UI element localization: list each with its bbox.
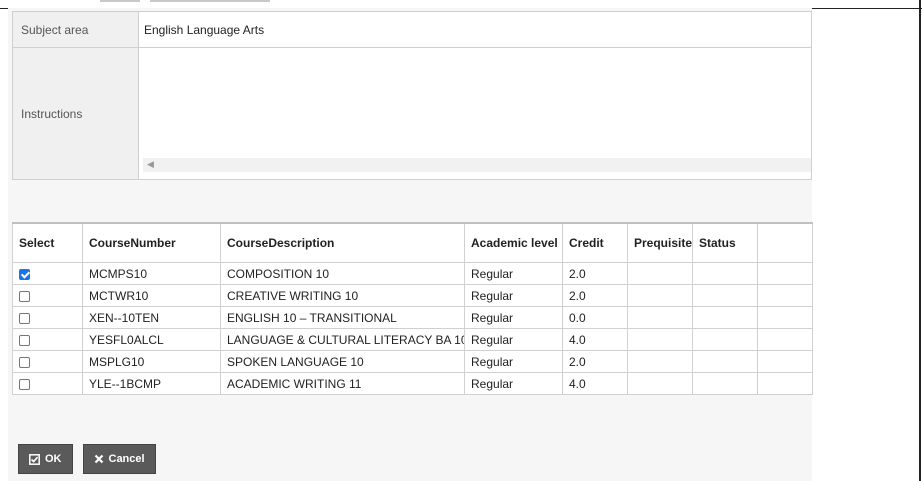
instructions-label: Instructions [12, 48, 138, 180]
instructions-field[interactable]: ◀ [138, 48, 812, 180]
academic-level-cell: Regular [464, 284, 563, 307]
course-description-cell: COMPOSITION 10 [220, 262, 465, 285]
check-square-icon [29, 453, 40, 465]
column-header-academic-level[interactable]: Academic level [464, 222, 563, 263]
instructions-row: Instructions ◀ [12, 48, 812, 180]
course-description-cell: ACADEMIC WRITING 11 [220, 372, 465, 395]
ok-button[interactable]: OK [18, 444, 73, 474]
column-header-course-description[interactable]: CourseDescription [220, 222, 465, 263]
select-cell [12, 350, 83, 373]
status-cell [692, 262, 758, 285]
row-select-checkbox[interactable] [19, 356, 30, 368]
chevron-left-icon[interactable]: ◀ [147, 159, 154, 170]
prerequisite-cell [627, 306, 693, 329]
prerequisite-cell [627, 328, 693, 351]
course-form: Subject area English Language Arts Instr… [12, 11, 812, 180]
select-cell [12, 262, 83, 285]
table-row[interactable]: MSPLG10 SPOKEN LANGUAGE 10 Regular 2.0 [12, 350, 813, 373]
subject-area-row: Subject area English Language Arts [12, 11, 812, 48]
instructions-horizontal-scrollbar[interactable]: ◀ [143, 158, 811, 172]
column-header-blank [757, 222, 813, 263]
status-cell [692, 328, 758, 351]
academic-level-cell: Regular [464, 350, 563, 373]
prerequisite-cell [627, 350, 693, 373]
row-select-checkbox[interactable] [19, 334, 30, 346]
credit-cell: 2.0 [562, 350, 628, 373]
row-select-checkbox[interactable] [19, 312, 30, 324]
course-description-cell: SPOKEN LANGUAGE 10 [220, 350, 465, 373]
course-number-cell: MSPLG10 [82, 350, 221, 373]
column-header-credit[interactable]: Credit [562, 222, 628, 263]
course-description-cell: ENGLISH 10 – TRANSITIONAL [220, 306, 465, 329]
row-select-checkbox[interactable] [19, 268, 30, 280]
academic-level-cell: Regular [464, 372, 563, 395]
academic-level-cell: Regular [464, 328, 563, 351]
select-cell [12, 306, 83, 329]
column-header-status[interactable]: Status [692, 222, 758, 263]
academic-level-cell: Regular [464, 262, 563, 285]
column-header-course-number[interactable]: CourseNumber [82, 222, 221, 263]
column-header-select[interactable]: Select [12, 222, 83, 263]
prerequisite-cell [627, 262, 693, 285]
x-icon [94, 454, 104, 464]
cancel-button-label: Cancel [108, 453, 145, 465]
blank-cell [757, 372, 813, 395]
ok-button-label: OK [45, 453, 62, 465]
table-row[interactable]: MCMPS10 COMPOSITION 10 Regular 2.0 [12, 262, 813, 285]
row-select-checkbox[interactable] [19, 290, 30, 302]
credit-cell: 4.0 [562, 372, 628, 395]
credit-cell: 4.0 [562, 328, 628, 351]
table-row[interactable]: MCTWR10 CREATIVE WRITING 10 Regular 2.0 [12, 284, 813, 307]
column-header-prerequisite[interactable]: Prequisite [627, 222, 693, 263]
blank-cell [757, 328, 813, 351]
row-select-checkbox[interactable] [19, 378, 30, 390]
course-table-body: MCMPS10 COMPOSITION 10 Regular 2.0 MCTWR10 CR… [12, 262, 813, 395]
course-number-cell: MCMPS10 [82, 262, 221, 285]
course-number-cell: XEN--10TEN [82, 306, 221, 329]
page-right-border [919, 0, 921, 481]
top-strip-text-fragment [100, 0, 140, 2]
subject-area-value: English Language Arts [138, 11, 812, 48]
credit-cell: 0.0 [562, 306, 628, 329]
course-table: Select CourseNumber CourseDescription Ac… [12, 222, 813, 395]
button-bar: OK Cancel [18, 444, 156, 474]
table-row[interactable]: YLE--1BCMP ACADEMIC WRITING 11 Regular 4.0 [12, 372, 813, 395]
cancel-button[interactable]: Cancel [82, 444, 156, 474]
top-strip-text-fragment [150, 0, 270, 2]
table-row[interactable]: YESFL0ALCL LANGUAGE & CULTURAL LITERACY B… [12, 328, 813, 351]
status-cell [692, 350, 758, 373]
academic-level-cell: Regular [464, 306, 563, 329]
status-cell [692, 284, 758, 307]
course-number-cell: YESFL0ALCL [82, 328, 221, 351]
status-cell [692, 306, 758, 329]
blank-cell [757, 262, 813, 285]
credit-cell: 2.0 [562, 262, 628, 285]
course-number-cell: YLE--1BCMP [82, 372, 221, 395]
prerequisite-cell [627, 372, 693, 395]
table-header-row: Select CourseNumber CourseDescription Ac… [12, 222, 813, 263]
status-cell [692, 372, 758, 395]
table-row[interactable]: XEN--10TEN ENGLISH 10 – TRANSITIONAL Regul… [12, 306, 813, 329]
blank-cell [757, 350, 813, 373]
prerequisite-cell [627, 284, 693, 307]
select-cell [12, 372, 83, 395]
credit-cell: 2.0 [562, 284, 628, 307]
select-cell [12, 328, 83, 351]
course-description-cell: CREATIVE WRITING 10 [220, 284, 465, 307]
subject-area-label: Subject area [12, 11, 138, 48]
course-description-cell: LANGUAGE & CULTURAL LITERACY BA 10 [220, 328, 465, 351]
select-cell [12, 284, 83, 307]
course-number-cell: MCTWR10 [82, 284, 221, 307]
blank-cell [757, 284, 813, 307]
blank-cell [757, 306, 813, 329]
